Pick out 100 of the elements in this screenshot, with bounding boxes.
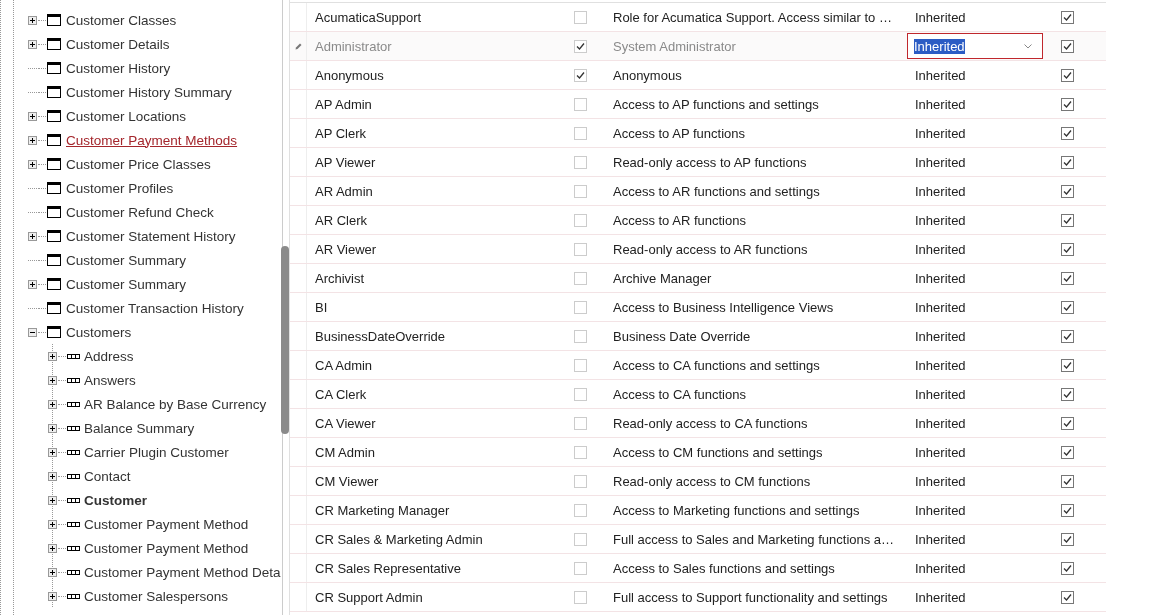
expand-icon[interactable] xyxy=(48,471,57,481)
tree-item[interactable]: Customer Statement History xyxy=(66,228,236,244)
window-icon xyxy=(47,62,61,74)
tree-item[interactable]: Customer History Summary xyxy=(66,84,232,100)
checkbox[interactable] xyxy=(1060,68,1074,82)
checkbox[interactable] xyxy=(1060,271,1074,285)
checkbox[interactable] xyxy=(1060,503,1074,517)
checkbox[interactable] xyxy=(1060,416,1074,430)
tree-item[interactable]: Balance Summary xyxy=(84,420,195,436)
tree-item[interactable]: Customer Summary xyxy=(66,276,187,292)
checkbox[interactable] xyxy=(1060,155,1074,169)
window-icon xyxy=(47,158,61,170)
tree-item[interactable]: Customer Locations xyxy=(66,108,187,124)
checkbox[interactable] xyxy=(1060,474,1074,488)
checkbox[interactable] xyxy=(573,271,587,285)
expand-icon[interactable] xyxy=(48,399,57,409)
expand-icon[interactable] xyxy=(28,15,37,25)
checkbox[interactable] xyxy=(1060,126,1074,140)
expand-icon[interactable] xyxy=(28,111,37,121)
checkbox[interactable] xyxy=(1060,445,1074,459)
pencil-icon xyxy=(294,42,302,50)
tree-item[interactable]: Customer History xyxy=(66,60,171,76)
tree-item[interactable]: Customer Classes xyxy=(66,12,177,28)
tree-item[interactable]: Customer Price Classes xyxy=(66,156,211,172)
tree-item[interactable]: Customer Payment Methods xyxy=(66,132,238,148)
checkbox[interactable] xyxy=(573,300,587,314)
tree-item[interactable]: Customer Payment Method Deta xyxy=(84,564,281,580)
window-icon xyxy=(47,14,61,26)
role-name: AR Viewer xyxy=(315,241,377,257)
checkbox[interactable] xyxy=(573,68,587,82)
status-text: Inherited xyxy=(915,502,966,518)
checkbox[interactable] xyxy=(1060,358,1074,372)
tree-item[interactable]: Customer xyxy=(84,492,147,508)
tree-item[interactable]: Customer Refund Check xyxy=(66,204,214,220)
collapse-icon[interactable] xyxy=(28,327,37,337)
tree-item[interactable]: AR Balance by Base Currency xyxy=(84,396,267,412)
tree-item[interactable]: Address xyxy=(84,348,134,364)
checkbox[interactable] xyxy=(573,213,587,227)
expand-icon[interactable] xyxy=(48,351,57,361)
checkbox[interactable] xyxy=(573,445,587,459)
checkbox[interactable] xyxy=(1060,561,1074,575)
role-description: System Administrator xyxy=(613,38,736,54)
tree-item[interactable]: Customers xyxy=(66,324,132,340)
expand-icon[interactable] xyxy=(28,159,37,169)
tree-item[interactable]: Answers xyxy=(84,372,136,388)
checkbox[interactable] xyxy=(573,10,587,24)
expand-icon[interactable] xyxy=(48,543,57,553)
checkbox[interactable] xyxy=(1060,329,1074,343)
checkbox[interactable] xyxy=(573,97,587,111)
status-text: Inherited xyxy=(915,183,966,199)
tree-item[interactable]: Customer Details xyxy=(66,36,170,52)
checkbox[interactable] xyxy=(1060,300,1074,314)
field-icon xyxy=(67,593,80,599)
checkbox[interactable] xyxy=(573,503,587,517)
checkbox[interactable] xyxy=(573,561,587,575)
scrollbar-thumb[interactable] xyxy=(280,246,289,434)
checkbox[interactable] xyxy=(1060,590,1074,604)
tree-item[interactable]: Contact xyxy=(84,468,131,484)
checkbox[interactable] xyxy=(1060,387,1074,401)
expand-icon[interactable] xyxy=(48,447,57,457)
tree-item[interactable]: Carrier Plugin Customer xyxy=(84,444,229,460)
tree-item[interactable]: Customer Summary xyxy=(66,252,187,268)
checkbox[interactable] xyxy=(573,387,587,401)
role-name: AP Clerk xyxy=(315,125,367,141)
checkbox[interactable] xyxy=(573,590,587,604)
expand-icon[interactable] xyxy=(28,39,37,49)
checkbox[interactable] xyxy=(573,329,587,343)
expand-icon[interactable] xyxy=(28,135,37,145)
checkbox[interactable] xyxy=(573,532,587,546)
checkbox[interactable] xyxy=(1060,39,1074,53)
checkbox[interactable] xyxy=(1060,10,1074,24)
checkbox[interactable] xyxy=(1060,97,1074,111)
status-dropdown[interactable]: Inherited xyxy=(907,33,1043,59)
expand-icon[interactable] xyxy=(28,231,37,241)
expand-icon[interactable] xyxy=(48,591,57,601)
checkbox[interactable] xyxy=(573,358,587,372)
checkbox[interactable] xyxy=(573,416,587,430)
tree-item[interactable]: Customer Transaction History xyxy=(66,300,244,316)
checkbox[interactable] xyxy=(1060,213,1074,227)
tree-item[interactable]: Customer Payment Method xyxy=(84,516,249,532)
expand-icon[interactable] xyxy=(48,423,57,433)
checkbox[interactable] xyxy=(573,474,587,488)
expand-icon[interactable] xyxy=(48,567,57,577)
role-name: AR Admin xyxy=(315,183,373,199)
expand-icon[interactable] xyxy=(48,375,57,385)
checkbox[interactable] xyxy=(573,39,587,53)
checkbox[interactable] xyxy=(573,242,587,256)
tree-item[interactable]: Customer Profiles xyxy=(66,180,174,196)
checkbox[interactable] xyxy=(1060,184,1074,198)
checkbox[interactable] xyxy=(1060,532,1074,546)
tree-item[interactable]: Customer Salespersons xyxy=(84,588,229,604)
tree-item[interactable]: Customer Payment Method xyxy=(84,540,249,556)
field-icon xyxy=(67,449,80,455)
expand-icon[interactable] xyxy=(28,279,37,289)
expand-icon[interactable] xyxy=(48,519,57,529)
checkbox[interactable] xyxy=(573,184,587,198)
checkbox[interactable] xyxy=(573,155,587,169)
checkbox[interactable] xyxy=(1060,242,1074,256)
expand-icon[interactable] xyxy=(48,495,57,505)
checkbox[interactable] xyxy=(573,126,587,140)
